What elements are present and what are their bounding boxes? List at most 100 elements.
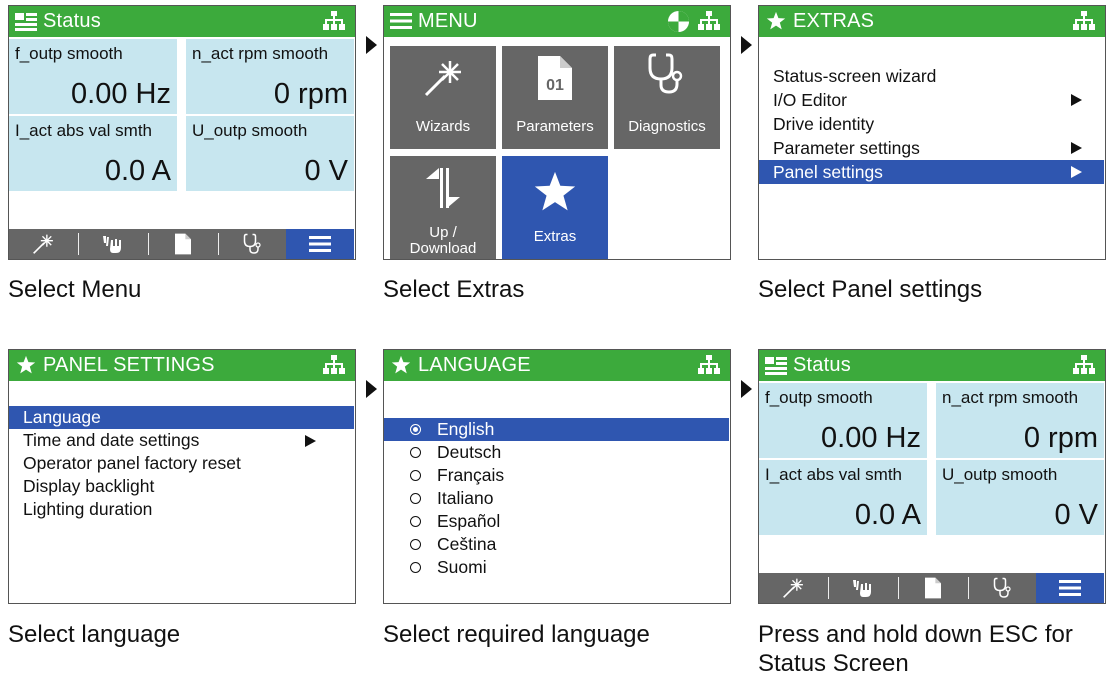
tile-up-download[interactable]: Up / Download [390, 156, 496, 259]
menu-title: MENU [418, 10, 478, 32]
tile-diagnostics[interactable]: Diagnostics [614, 46, 720, 149]
parameters-button[interactable] [899, 573, 967, 603]
flow-arrow [366, 380, 377, 398]
panel-item-factory-reset[interactable]: Operator panel factory reset [9, 452, 354, 475]
panel-item-backlight[interactable]: Display backlight [9, 475, 354, 498]
language-option-english[interactable]: English [384, 418, 729, 441]
submenu-arrow-icon [1071, 142, 1082, 154]
diagnostics-button[interactable] [969, 573, 1037, 603]
status-icon [15, 11, 37, 31]
list-item-label: I/O Editor [773, 90, 847, 110]
tile-label: Parameters [516, 118, 594, 135]
list-item-label: Parameter settings [773, 138, 920, 158]
network-icon [1073, 355, 1095, 376]
menu-header: MENU [384, 6, 730, 37]
tile-wizards[interactable]: Wizards [390, 46, 496, 149]
network-icon [1073, 11, 1095, 32]
tile-extras[interactable]: Extras [502, 156, 608, 259]
cell-value: 0 V [304, 155, 348, 187]
step3-caption: Select Panel settings [758, 276, 983, 303]
extras-item-io-editor[interactable]: I/O Editor [759, 88, 1104, 112]
status-cell-frequency: f_outp smooth 0.00 Hz [759, 383, 927, 458]
panel-item-time-date[interactable]: Time and date settings [9, 429, 354, 452]
flow-arrow [741, 36, 752, 54]
wizards-button[interactable] [9, 229, 77, 259]
language-option-italiano[interactable]: Italiano [384, 487, 729, 510]
option-label: Français [437, 465, 505, 485]
tile-parameters[interactable]: 01 Parameters [502, 46, 608, 149]
status-icon [765, 355, 787, 375]
panel-settings-header: PANEL SETTINGS [9, 350, 355, 381]
extras-item-parameter-settings[interactable]: Parameter settings [759, 136, 1104, 160]
status-cell-speed: n_act rpm smooth 0 rpm [936, 383, 1104, 458]
radio-icon [410, 515, 421, 527]
manual-mode-button[interactable] [79, 229, 147, 259]
tile-label-line2: Download [409, 240, 477, 257]
status-cell-voltage: U_outp smooth 0 V [186, 116, 354, 191]
tile-label: Extras [533, 228, 577, 245]
list-item-label: Status-screen wizard [773, 66, 937, 86]
hand-icon [101, 234, 125, 254]
extras-header: EXTRAS [759, 6, 1105, 37]
menu-icon [390, 11, 412, 31]
menu-screen: MENU Wizards 01 Parameters Diagnostics U… [383, 5, 731, 260]
option-label: Italiano [437, 488, 494, 508]
panel-settings-list: Language Time and date settings Operator… [9, 406, 354, 521]
extras-item-drive-identity[interactable]: Drive identity [759, 112, 1104, 136]
list-item-label: Time and date settings [23, 430, 200, 450]
submenu-arrow-icon [1071, 166, 1082, 178]
up-download-icon [423, 166, 463, 210]
tile-label: Wizards [415, 118, 471, 135]
extras-list: Status-screen wizard I/O Editor Drive id… [759, 64, 1104, 184]
extras-item-status-wizard[interactable]: Status-screen wizard [759, 64, 1104, 88]
menu-button[interactable] [1036, 573, 1104, 603]
radio-icon [410, 492, 421, 504]
language-option-suomi[interactable]: Suomi [384, 556, 729, 579]
cell-label: I_act abs val smth [765, 465, 903, 484]
status-footer [9, 229, 354, 259]
status-footer [759, 573, 1104, 603]
globe-icon [667, 10, 690, 33]
stethoscope-icon [243, 233, 263, 255]
menu-button[interactable] [286, 229, 354, 259]
language-option-francais[interactable]: Français [384, 464, 729, 487]
panel-item-lighting-duration[interactable]: Lighting duration [9, 498, 354, 521]
diagnostics-button[interactable] [219, 229, 287, 259]
language-option-deutsch[interactable]: Deutsch [384, 441, 729, 464]
list-item-label: Panel settings [773, 162, 883, 182]
option-label: Español [437, 511, 501, 531]
radio-icon [410, 469, 421, 481]
flow-arrow [741, 380, 752, 398]
status-header: Status [759, 350, 1105, 381]
extras-screen: EXTRAS Status-screen wizard I/O Editor D… [758, 5, 1106, 260]
submenu-arrow-icon [1071, 94, 1082, 106]
step2-caption: Select Extras [383, 276, 525, 303]
language-option-cestina[interactable]: Ceština [384, 533, 729, 556]
cell-value: 0 V [1054, 499, 1098, 531]
manual-mode-button[interactable] [829, 573, 897, 603]
star-icon [390, 355, 412, 375]
list-item-label: Language [23, 407, 101, 427]
status-grid: f_outp smooth 0.00 Hz n_act rpm smooth 0… [759, 383, 1104, 535]
cell-value: 0.0 A [854, 499, 921, 531]
star-icon [533, 170, 577, 214]
status-screen: Status f_outp smooth 0.00 Hz n_act rpm s… [8, 5, 356, 260]
star-icon [765, 11, 787, 31]
tile-label: Up / Download [390, 225, 496, 257]
flow-arrow [366, 36, 377, 54]
status-cell-speed: n_act rpm smooth 0 rpm [186, 39, 354, 114]
wizards-button[interactable] [759, 573, 827, 603]
step1-caption: Select Menu [8, 276, 142, 303]
menu-icon [1059, 579, 1081, 597]
extras-item-panel-settings[interactable]: Panel settings [759, 160, 1104, 184]
step6-caption: Press and hold down ESC for Status Screen [758, 620, 1073, 678]
language-option-espanol[interactable]: Español [384, 510, 729, 533]
panel-item-language[interactable]: Language [9, 406, 354, 429]
cell-label: f_outp smooth [15, 44, 123, 63]
submenu-arrow-icon [305, 435, 316, 447]
radio-icon [410, 538, 421, 550]
parameters-button[interactable] [149, 229, 217, 259]
panel-settings-screen: PANEL SETTINGS Language Time and date se… [8, 349, 356, 604]
tile-label-line1: Up / [429, 224, 457, 241]
wizard-wand-icon [32, 233, 54, 255]
